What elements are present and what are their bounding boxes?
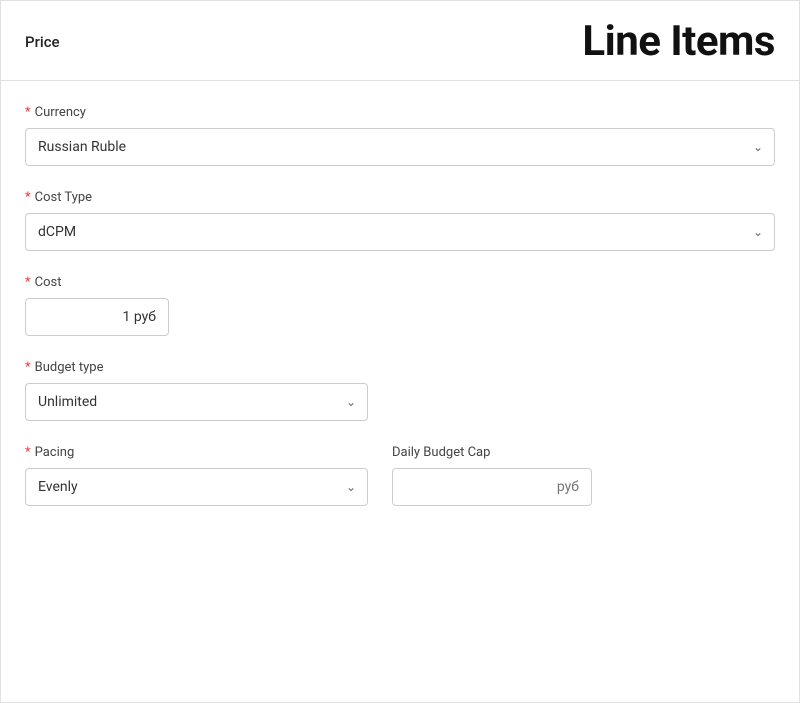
cost-type-label: * Cost Type: [25, 190, 775, 205]
price-title: Price: [25, 33, 60, 51]
page-container: Price Line Items * Currency Russian Rubl…: [0, 0, 800, 703]
pacing-daily-row: * Pacing Evenly ASAP ⌄ Daily Budget Cap: [25, 445, 775, 506]
daily-budget-cap-input[interactable]: [392, 468, 592, 506]
currency-required-star: *: [25, 105, 31, 120]
budget-type-group: * Budget type Unlimited Daily Lifetime ⌄: [25, 360, 775, 421]
budget-type-select[interactable]: Unlimited Daily Lifetime: [25, 383, 368, 421]
cost-input[interactable]: [25, 298, 169, 336]
cost-type-required-star: *: [25, 190, 31, 205]
header: Price Line Items: [1, 1, 799, 81]
daily-budget-cap-label-text: Daily Budget Cap: [392, 445, 490, 460]
pacing-label: * Pacing: [25, 445, 368, 460]
budget-type-required-star: *: [25, 360, 31, 375]
cost-type-label-text: Cost Type: [35, 190, 92, 205]
cost-label-text: Cost: [35, 275, 62, 290]
cost-type-select[interactable]: dCPM CPM CPC CPV: [25, 213, 775, 251]
budget-type-select-wrapper: Unlimited Daily Lifetime ⌄: [25, 383, 368, 421]
cost-group: * Cost: [25, 275, 775, 336]
line-items-title: Line Items: [582, 17, 775, 66]
daily-budget-cap-col: Daily Budget Cap: [392, 445, 592, 506]
cost-type-select-wrapper: dCPM CPM CPC CPV ⌄: [25, 213, 775, 251]
cost-required-star: *: [25, 275, 31, 290]
pacing-label-text: Pacing: [35, 445, 75, 460]
currency-label: * Currency: [25, 105, 775, 120]
cost-label: * Cost: [25, 275, 775, 290]
pacing-select-wrapper: Evenly ASAP ⌄: [25, 468, 368, 506]
cost-type-group: * Cost Type dCPM CPM CPC CPV ⌄: [25, 190, 775, 251]
currency-label-text: Currency: [35, 105, 86, 120]
pacing-required-star: *: [25, 445, 31, 460]
currency-select[interactable]: Russian Ruble US Dollar Euro: [25, 128, 775, 166]
pacing-col: * Pacing Evenly ASAP ⌄: [25, 445, 368, 506]
budget-type-label: * Budget type: [25, 360, 775, 375]
currency-select-wrapper: Russian Ruble US Dollar Euro ⌄: [25, 128, 775, 166]
daily-budget-cap-label: Daily Budget Cap: [392, 445, 592, 460]
pacing-select[interactable]: Evenly ASAP: [25, 468, 368, 506]
budget-type-label-text: Budget type: [35, 360, 104, 375]
form-body: * Currency Russian Ruble US Dollar Euro …: [1, 81, 799, 562]
currency-group: * Currency Russian Ruble US Dollar Euro …: [25, 105, 775, 166]
